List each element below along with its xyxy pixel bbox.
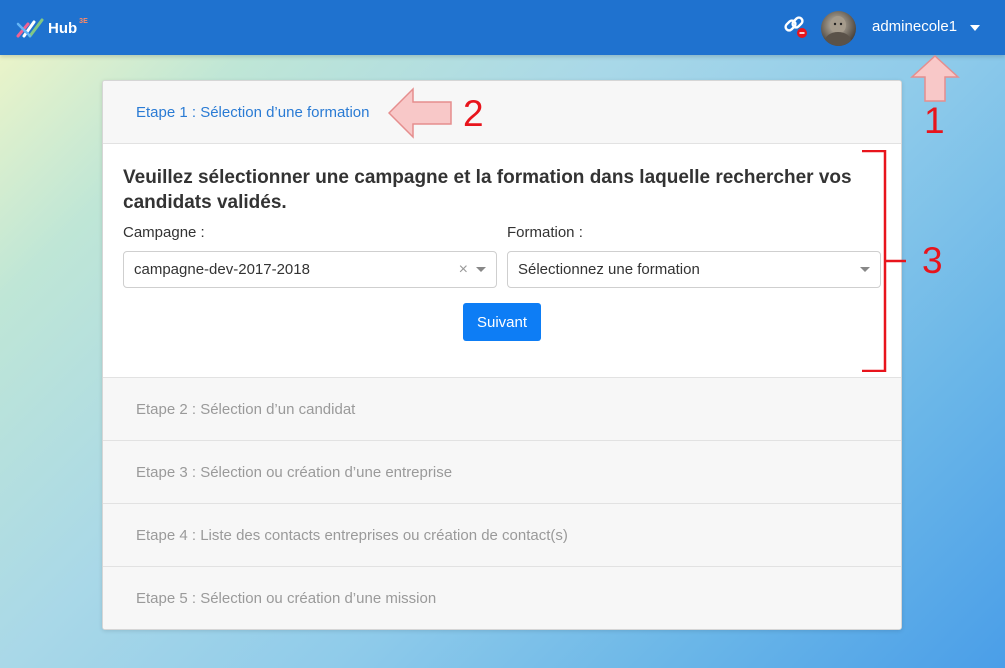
hub-logo[interactable]: Hub 3E [16, 14, 88, 42]
step-5-header[interactable]: Etape 5 : Sélection ou création d’une mi… [103, 567, 901, 629]
step-4-header[interactable]: Etape 4 : Liste des contacts entreprises… [103, 504, 901, 567]
formation-select-placeholder: Sélectionnez une formation [518, 261, 700, 278]
link-broken-icon[interactable] [782, 13, 810, 41]
user-avatar[interactable] [821, 11, 856, 46]
hub-logo-icon [16, 18, 44, 38]
formation-select[interactable]: Sélectionnez une formation [507, 251, 881, 288]
step-2-header[interactable]: Etape 2 : Sélection d’un candidat [103, 378, 901, 441]
step-3-header[interactable]: Etape 3 : Sélection ou création d’une en… [103, 441, 901, 504]
logo-text: Hub [48, 19, 78, 37]
wizard-card: Etape 1 : Sélection d’une formation Veui… [102, 80, 902, 630]
annotation-marker-3: 3 [922, 240, 943, 281]
suivant-button[interactable]: Suivant [463, 303, 541, 341]
clear-icon[interactable]: × [459, 252, 468, 287]
campagne-label: Campagne : [123, 224, 205, 241]
step-1-title: Veuillez sélectionner une campagne et la… [123, 167, 852, 213]
annotation-arrow-left-icon [388, 87, 452, 139]
username-dropdown[interactable]: adminecole1 [872, 18, 957, 35]
top-navbar: Hub 3E adminecole1 [0, 0, 1005, 55]
step-1-body: Veuillez sélectionner une campagne et la… [103, 144, 901, 378]
campagne-select-value: campagne-dev-2017-2018 [134, 261, 310, 278]
chevron-down-icon[interactable] [476, 267, 486, 272]
caret-down-icon[interactable] [970, 25, 980, 31]
annotation-arrow-up-icon [910, 55, 960, 102]
annotation-marker-2: 2 [463, 93, 484, 134]
step-1-header[interactable]: Etape 1 : Sélection d’une formation [103, 81, 901, 144]
annotation-bracket-icon [862, 150, 906, 372]
annotation-marker-1: 1 [924, 100, 945, 141]
formation-label: Formation : [507, 224, 583, 241]
campagne-select[interactable]: campagne-dev-2017-2018 × [123, 251, 497, 288]
logo-superscript: 3E [79, 17, 88, 25]
